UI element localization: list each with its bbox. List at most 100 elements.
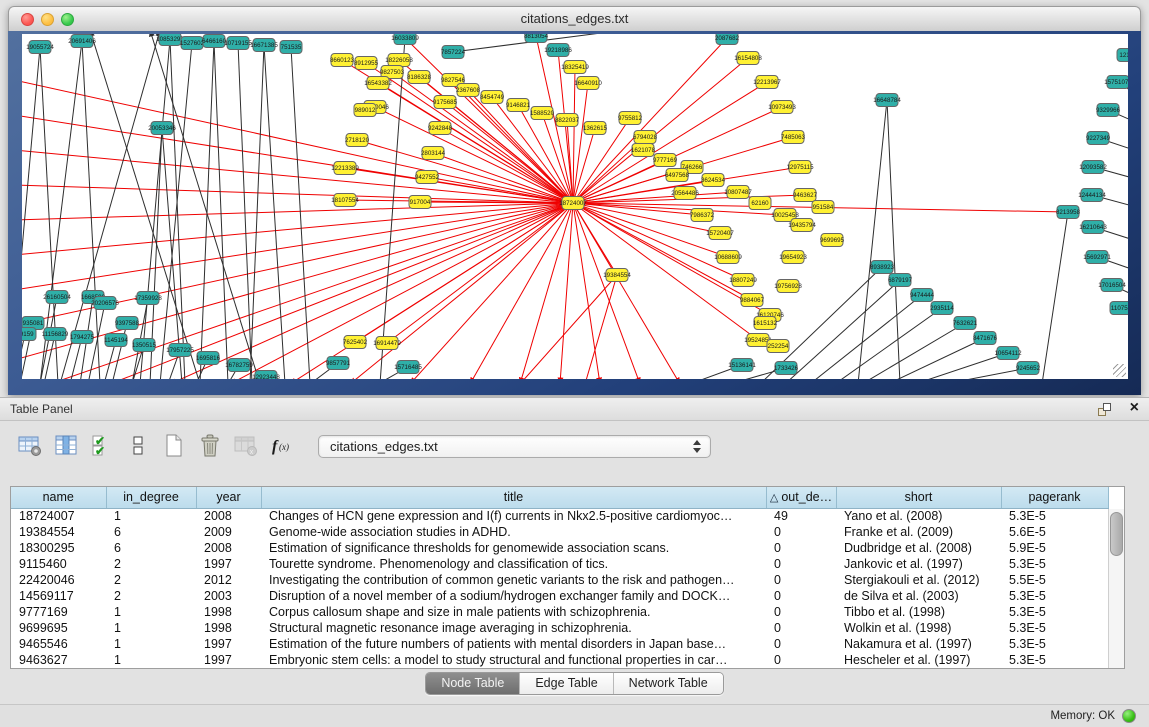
graph-node[interactable]: 15716485 xyxy=(394,361,422,374)
graph-edge[interactable] xyxy=(440,128,573,203)
graph-node[interactable]: 18325419 xyxy=(561,61,589,74)
graph-node[interactable]: 17359928 xyxy=(134,292,162,305)
graph-node[interactable]: 39159 xyxy=(22,328,36,341)
graph-node[interactable]: 16543382 xyxy=(364,77,392,90)
graph-node[interactable]: 2935114 xyxy=(930,302,954,315)
graph-node[interactable]: 1527602 xyxy=(180,37,205,50)
graph-node[interactable]: 15692971 xyxy=(1083,251,1111,264)
graph-node[interactable]: 989012 xyxy=(354,104,376,117)
cell-year[interactable]: 2008 xyxy=(196,508,261,524)
cell-year[interactable]: 1998 xyxy=(196,604,261,620)
graph-node[interactable]: 9175685 xyxy=(433,96,458,109)
graph-edge[interactable] xyxy=(150,34,260,379)
graph-node[interactable]: 1733426 xyxy=(774,362,799,375)
graph-edge[interactable] xyxy=(238,43,252,379)
graph-node[interactable]: 1145194 xyxy=(104,334,128,347)
cell-name[interactable]: 18724007 xyxy=(11,508,106,524)
graph-node[interactable]: 1695816 xyxy=(196,352,221,365)
graph-node[interactable]: 19055724 xyxy=(26,41,54,54)
cell-in_degree[interactable]: 1 xyxy=(106,620,196,636)
graph-node[interactable]: 1794275 xyxy=(70,331,95,344)
cell-title[interactable]: Estimation of the future numbers of pati… xyxy=(261,636,766,652)
graph-node[interactable]: 15136141 xyxy=(728,359,756,372)
cell-year[interactable]: 1997 xyxy=(196,636,261,652)
cell-pagerank[interactable]: 5.3E-5 xyxy=(1001,636,1108,652)
graph-edge[interactable] xyxy=(573,67,575,203)
cell-short[interactable]: Dudbridge et al. (2008) xyxy=(836,540,1001,556)
cell-year[interactable]: 1997 xyxy=(196,652,261,668)
cell-in_degree[interactable]: 2 xyxy=(106,588,196,604)
graph-node[interactable]: 18107554 xyxy=(331,194,359,207)
cell-pagerank[interactable]: 5.3E-5 xyxy=(1001,588,1108,604)
column-header-name[interactable]: name xyxy=(11,487,106,508)
cell-short[interactable]: Franke et al. (2009) xyxy=(836,524,1001,540)
graph-node[interactable]: 8471676 xyxy=(973,332,998,345)
table-row[interactable]: 911546021997Tourette syndrome. Phenomeno… xyxy=(11,556,1108,572)
cell-name[interactable]: 9115460 xyxy=(11,556,106,572)
column-header-pagerank[interactable]: pagerank xyxy=(1001,487,1108,508)
cell-year[interactable]: 1997 xyxy=(196,556,261,572)
graph-node[interactable]: 12093582 xyxy=(1079,161,1107,174)
cell-name[interactable]: 9463627 xyxy=(11,652,106,668)
cell-year[interactable]: 1998 xyxy=(196,620,261,636)
tab-edge-table[interactable]: Edge Table xyxy=(519,673,612,694)
graph-node[interactable]: 9884067 xyxy=(740,294,765,307)
graph-node[interactable]: 12923448 xyxy=(252,371,280,380)
graph-node[interactable]: 20564486 xyxy=(671,187,699,200)
column-header-year[interactable]: year xyxy=(196,487,261,508)
graph-node[interactable]: 12213967 xyxy=(753,76,781,89)
cell-name[interactable]: 9777169 xyxy=(11,604,106,620)
graph-node[interactable]: 9777169 xyxy=(653,154,678,167)
graph-node[interactable]: 2803144 xyxy=(421,147,446,160)
graph-node[interactable]: 16648784 xyxy=(873,94,901,107)
graph-node[interactable]: 8938923 xyxy=(870,261,895,274)
graph-edge[interactable] xyxy=(573,192,738,203)
graph-edge[interactable] xyxy=(50,203,573,379)
graph-node[interactable]: 7625402 xyxy=(343,336,368,349)
graph-node[interactable]: 10654112 xyxy=(994,347,1022,360)
cell-short[interactable]: Wolkin et al. (1998) xyxy=(836,620,1001,636)
cell-pagerank[interactable]: 5.3E-5 xyxy=(1001,620,1108,636)
graph-node[interactable]: 10719155 xyxy=(224,37,252,50)
scrollbar-thumb[interactable] xyxy=(1110,512,1123,556)
graph-edge[interactable] xyxy=(22,185,573,203)
graph-node[interactable]: 11156829 xyxy=(42,328,69,341)
graph-edge[interactable] xyxy=(573,82,767,203)
graph-node[interactable]: 2718120 xyxy=(345,134,370,147)
cell-year[interactable]: 2008 xyxy=(196,540,261,556)
graph-node[interactable]: 19435794 xyxy=(788,219,816,232)
cell-out_de[interactable]: 0 xyxy=(766,652,836,668)
graph-edge[interactable] xyxy=(573,203,680,379)
cell-in_degree[interactable]: 2 xyxy=(106,572,196,588)
graph-node[interactable]: 751535 xyxy=(280,41,302,54)
cell-name[interactable]: 9465546 xyxy=(11,636,106,652)
graph-edge[interactable] xyxy=(858,100,887,379)
table-row[interactable]: 1872400712008Changes of HCN gene express… xyxy=(11,508,1108,524)
graph-edge[interactable] xyxy=(82,41,100,379)
graph-node[interactable]: 1588520 xyxy=(530,107,555,120)
cell-title[interactable]: Changes of HCN gene expression and I(f) … xyxy=(261,508,766,524)
graph-node[interactable]: 6794028 xyxy=(633,131,658,144)
graph-edge[interactable] xyxy=(350,203,573,379)
graph-node[interactable]: 16671385 xyxy=(250,39,278,52)
cell-out_de[interactable]: 0 xyxy=(766,556,836,572)
graph-edge[interactable] xyxy=(290,203,573,379)
cell-pagerank[interactable]: 5.3E-5 xyxy=(1001,556,1108,572)
rows-icon[interactable] xyxy=(124,433,151,460)
graph-node[interactable]: 9397588 xyxy=(115,317,140,330)
graph-node[interactable]: 9242848 xyxy=(428,122,453,135)
cell-year[interactable]: 2012 xyxy=(196,572,261,588)
graph-node[interactable]: 7857224 xyxy=(441,46,466,59)
graph-node[interactable]: 15751074 xyxy=(1104,76,1128,89)
network-graph[interactable]: 1905572420691406108532971527602646616010… xyxy=(22,34,1128,379)
graph-node[interactable]: 7485063 xyxy=(781,131,806,144)
cell-in_degree[interactable]: 6 xyxy=(106,524,196,540)
cell-name[interactable]: 22420046 xyxy=(11,572,106,588)
cell-title[interactable]: Tourette syndrome. Phenomenology and cla… xyxy=(261,556,766,572)
graph-node[interactable]: 9857791 xyxy=(326,357,351,370)
graph-node[interactable]: 16782759 xyxy=(225,359,253,372)
cell-out_de[interactable]: 0 xyxy=(766,524,836,540)
cell-pagerank[interactable]: 5.3E-5 xyxy=(1001,508,1108,524)
cell-pagerank[interactable]: 5.9E-5 xyxy=(1001,540,1108,556)
table-settings-icon[interactable] xyxy=(16,433,43,460)
